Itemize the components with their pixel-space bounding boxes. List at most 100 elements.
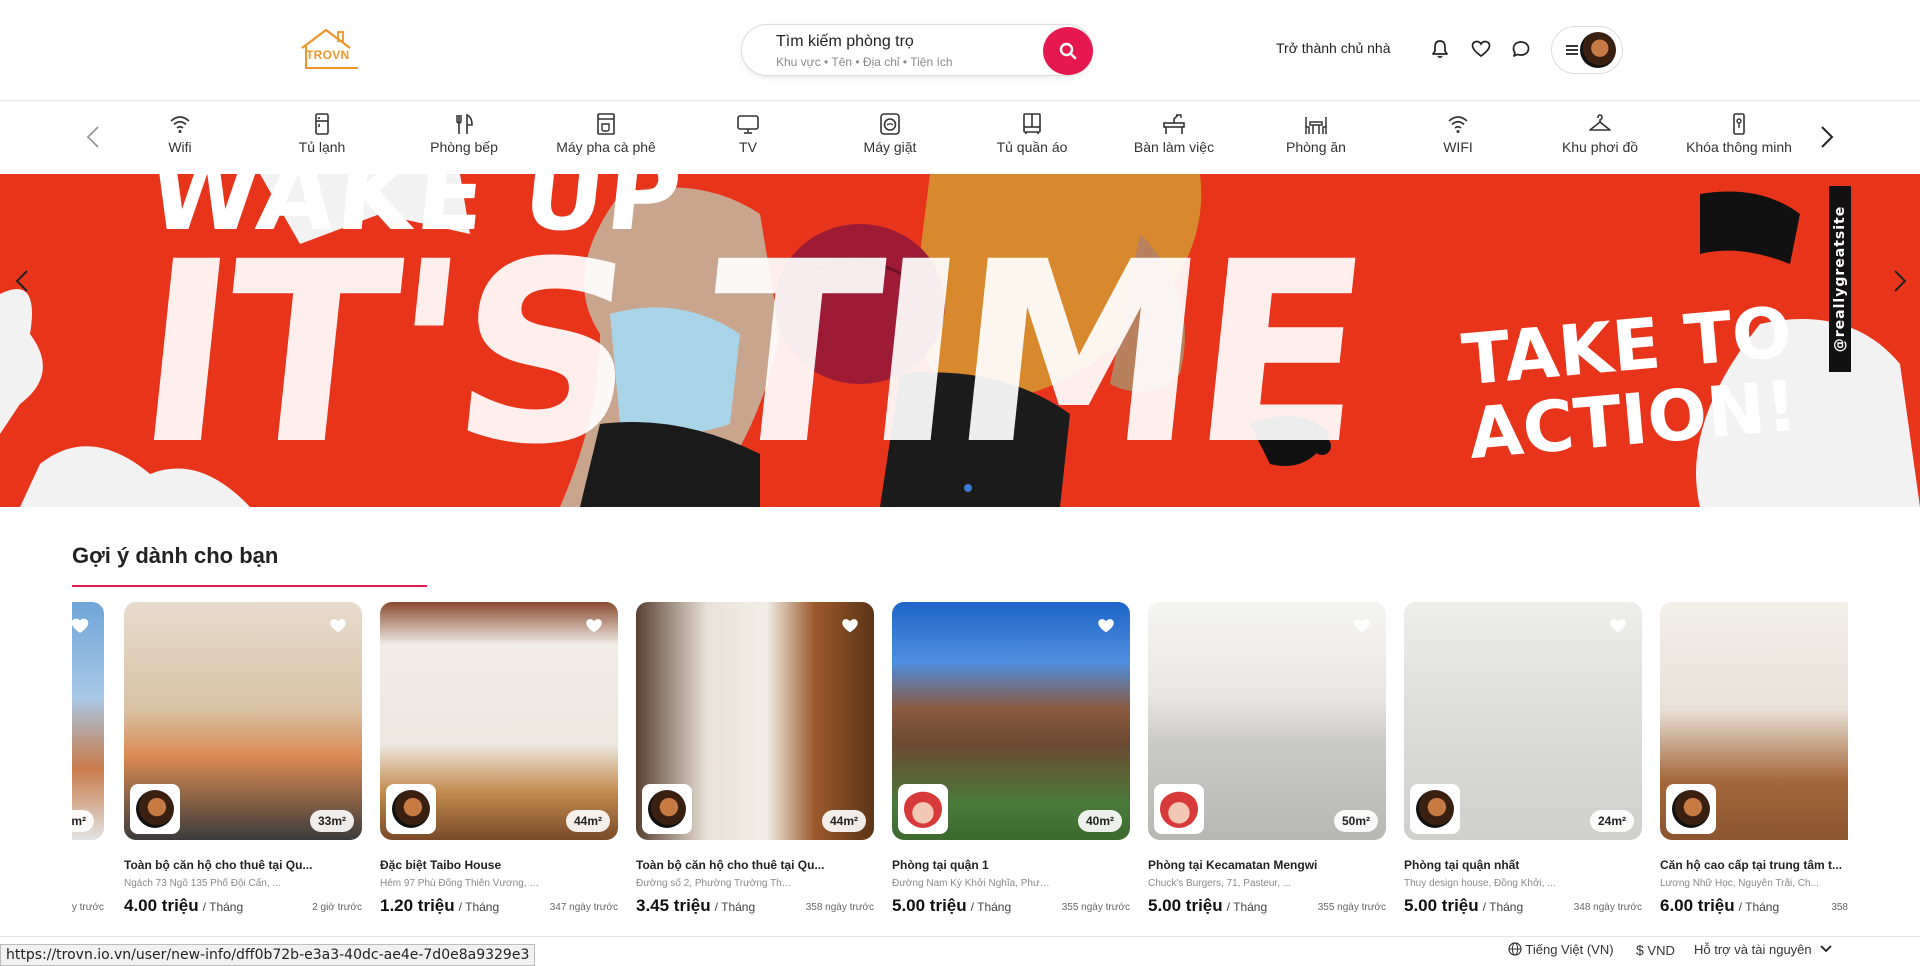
heart-icon[interactable] <box>1470 38 1492 60</box>
favorite-heart-icon[interactable] <box>584 616 604 636</box>
listing-card[interactable]: Căn hộ cao cấp tại trung tâm t... Lương … <box>1660 602 1848 922</box>
search-bar[interactable]: Tìm kiếm phòng trọ Khu vực • Tên • Địa c… <box>741 24 1093 76</box>
favorite-heart-icon[interactable] <box>1352 616 1372 636</box>
smart-lock-icon <box>1733 113 1745 135</box>
carousel-dot-active[interactable] <box>964 484 972 492</box>
area-badge: 44m² <box>821 810 866 832</box>
search-title: Tìm kiếm phòng trọ <box>776 33 914 50</box>
listing-title[interactable]: Căn hộ cao cấp tại trung tâm t... <box>1660 858 1848 872</box>
avatar <box>1580 32 1616 68</box>
top-header: TROVN Tìm kiếm phòng trọ Khu vực • Tên •… <box>0 0 1920 101</box>
fridge-icon <box>315 113 329 135</box>
banner-side-tag: @reallygreatsite <box>1829 186 1851 372</box>
banner-next-icon[interactable] <box>1884 266 1914 296</box>
menu-icon <box>1566 45 1578 55</box>
favorite-heart-icon[interactable] <box>328 616 348 636</box>
category-smart-lock[interactable]: Khóa thông minh <box>1668 113 1810 155</box>
currency-selector[interactable]: $ VND <box>1636 942 1675 958</box>
listing-card[interactable]: 33m² Toàn bộ căn hộ cho thuê tại Qu... N… <box>124 602 362 922</box>
category-kitchen[interactable]: Phòng bếp <box>393 113 535 155</box>
category-fridge[interactable]: Tủ lạnh <box>251 113 393 155</box>
listing-address: Chuck's Burgers, 71, Pasteur, ... <box>1148 878 1292 889</box>
listing-price: 5.00 triệu / Tháng <box>1148 896 1267 916</box>
host-photo <box>648 790 686 828</box>
area-badge: 44m² <box>565 810 610 832</box>
area-badge: m² <box>72 810 94 832</box>
host-avatar[interactable] <box>1154 784 1204 834</box>
amenity-category-bar: Wifi Tủ lạnh Phòng bếp Máy pha cà phê TV… <box>0 101 1920 174</box>
host-avatar[interactable] <box>642 784 692 834</box>
kitchen-icon <box>456 113 473 134</box>
listing-address: Thuy design house, Đồng Khởi, ... <box>1404 878 1556 889</box>
search-button[interactable] <box>1043 27 1093 75</box>
area-badge: 50m² <box>1333 810 1378 832</box>
coffee-machine-icon <box>597 113 615 135</box>
favorite-heart-icon[interactable] <box>1608 616 1628 636</box>
category-desk[interactable]: Bàn làm việc <box>1103 113 1245 155</box>
price-value: 5.00 triệu <box>1148 896 1223 915</box>
area-badge: 33m² <box>309 810 354 832</box>
category-washing-machine[interactable]: Máy giặt <box>819 113 961 155</box>
price-unit: / Tháng <box>970 900 1012 914</box>
favorite-heart-icon[interactable] <box>840 616 860 636</box>
listing-photo <box>1660 602 1848 840</box>
favorite-heart-icon[interactable] <box>1096 616 1116 636</box>
chevron-right-icon[interactable] <box>1812 123 1840 151</box>
listing-price: 4.00 triệu / Tháng <box>124 896 243 916</box>
posted-time: 358 ngày trước <box>805 902 874 913</box>
listing-address: Lương Nhữ Học, Nguyễn Trãi, Ch... <box>1660 878 1819 889</box>
listing-card[interactable]: 40m² Phòng tại quận 1 Đường Nam Kỳ Khởi … <box>892 602 1130 922</box>
host-avatar[interactable] <box>1410 784 1460 834</box>
banner-action-text: TAKE TO ACTION! <box>1459 291 1801 475</box>
price-unit: / Tháng <box>1738 900 1780 914</box>
language-selector[interactable]: Tiếng Việt (VN) <box>1508 942 1614 957</box>
tv-icon <box>737 115 759 134</box>
listing-card[interactable]: 50m² Phòng tại Kecamatan Mengwi Chuck's … <box>1148 602 1386 922</box>
bell-icon[interactable] <box>1429 38 1451 60</box>
posted-time: 348 ngày trước <box>1573 902 1642 913</box>
category-wifi[interactable]: Wifi <box>109 113 251 155</box>
listing-photo: m² <box>72 602 104 840</box>
category-label: Tủ lạnh <box>298 139 346 155</box>
dining-icon <box>1305 117 1327 134</box>
listing-card[interactable]: 24m² Phòng tại quận nhất Thuy design hou… <box>1404 602 1642 922</box>
become-host-link[interactable]: Trở thành chủ nhà <box>1276 40 1391 56</box>
listing-address: Ngách 73 Ngõ 135 Phố Đội Cấn, ... <box>124 878 281 889</box>
banner-prev-icon[interactable] <box>8 266 38 296</box>
category-label: WIFI <box>1443 139 1473 155</box>
price-unit: / Tháng <box>458 900 500 914</box>
host-avatar[interactable] <box>130 784 180 834</box>
category-dining[interactable]: Phòng ăn <box>1245 113 1387 155</box>
category-laundry-area[interactable]: Khu phơi đồ <box>1529 113 1671 155</box>
chevron-left-icon[interactable] <box>80 123 108 151</box>
host-avatar[interactable] <box>898 784 948 834</box>
host-photo <box>904 790 942 828</box>
host-photo <box>136 790 174 828</box>
listing-title[interactable]: Đặc biệt Taibo House <box>380 858 618 872</box>
wardrobe-icon <box>1023 113 1041 134</box>
listing-title[interactable]: Phòng tại quận nhất <box>1404 858 1642 872</box>
category-coffee-machine[interactable]: Máy pha cà phê <box>535 113 677 155</box>
user-menu-button[interactable] <box>1551 26 1623 74</box>
listing-card[interactable]: 44m² Đặc biệt Taibo House Hẻm 97 Phù Đổn… <box>380 602 618 922</box>
category-wardrobe[interactable]: Tủ quần áo <box>961 113 1103 155</box>
posted-time: 2 giờ trước <box>312 902 362 913</box>
favorite-heart-icon[interactable] <box>72 616 90 636</box>
chat-icon[interactable] <box>1510 38 1532 60</box>
category-tv[interactable]: TV <box>677 113 819 155</box>
listing-title[interactable]: Phòng tại quận 1 <box>892 858 1130 872</box>
listing-card-partial[interactable]: m² y trước <box>72 602 104 922</box>
trovn-logo[interactable]: TROVN <box>298 26 362 72</box>
category-label: Phòng bếp <box>430 139 498 155</box>
host-avatar[interactable] <box>1666 784 1716 834</box>
posted-time: 355 ngày trước <box>1317 902 1386 913</box>
promo-banner[interactable]: WAKE UP IT'S TIME TAKE TO ACTION! @reall… <box>0 174 1920 507</box>
listing-title[interactable]: Phòng tại Kecamatan Mengwi <box>1148 858 1386 872</box>
support-menu[interactable]: Hỗ trợ và tài nguyên <box>1694 942 1833 957</box>
host-avatar[interactable] <box>386 784 436 834</box>
listing-title[interactable]: Toàn bộ căn hộ cho thuê tại Qu... <box>124 858 362 872</box>
listing-card[interactable]: 44m² Toàn bộ căn hộ cho thuê tại Qu... Đ… <box>636 602 874 922</box>
category-wifi-2[interactable]: WIFI <box>1387 113 1529 155</box>
desk-icon <box>1163 114 1185 134</box>
listing-title[interactable]: Toàn bộ căn hộ cho thuê tại Qu... <box>636 858 874 872</box>
